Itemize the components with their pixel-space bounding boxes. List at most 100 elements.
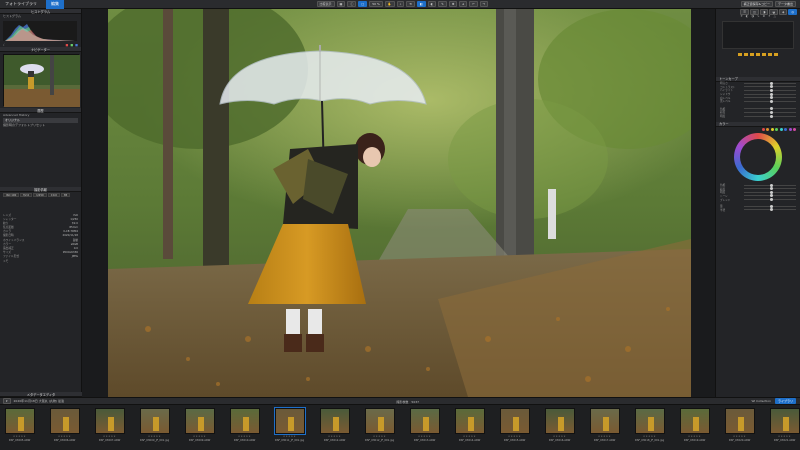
slider-track[interactable] (744, 198, 796, 202)
filmstrip-thumbnail[interactable] (94, 408, 125, 434)
filmstrip-item[interactable]: ★★★★★ DSF_03014.ARW (450, 408, 489, 450)
undo-icon[interactable]: ↶ (469, 1, 478, 7)
blue-dot-icon[interactable] (784, 127, 787, 131)
mask-icon[interactable]: ◐ (427, 1, 437, 7)
tab-edit[interactable]: 編集 (46, 0, 64, 9)
mm-button[interactable]: 85 (60, 193, 71, 198)
slider-track[interactable] (744, 88, 796, 92)
slider-track[interactable] (744, 85, 796, 89)
rating-stars[interactable]: ★★★★★ (13, 435, 26, 438)
filmstrip-item[interactable]: ★★★★★ DSF_03018_JF_001.jpg (630, 408, 669, 450)
filmstrip-thumbnail[interactable] (273, 407, 306, 435)
purple-dot-icon[interactable] (788, 127, 792, 131)
fit-icon[interactable]: □ (358, 1, 368, 7)
slider-knob[interactable] (770, 190, 773, 194)
slider-track[interactable] (744, 92, 796, 96)
collection-filter[interactable]: Wi Collection (751, 399, 771, 403)
detail-icon[interactable]: ◈ (779, 9, 788, 16)
slider-knob[interactable] (770, 208, 773, 212)
slider-track[interactable] (744, 190, 796, 194)
swatch-amber4[interactable] (756, 52, 760, 56)
swatch-amber[interactable] (738, 52, 742, 56)
rating-stars[interactable]: ★★★★★ (598, 435, 611, 438)
filmstrip-item[interactable]: ★★★★★ DSF_03012_JF_001.jpg (360, 408, 399, 450)
slider-track[interactable] (744, 96, 796, 100)
rating-stars[interactable]: ★★★★★ (148, 435, 161, 438)
hsl-icon[interactable]: ✲ (763, 14, 766, 18)
zoom-field[interactable]: 50 % (369, 1, 383, 7)
filmstrip-thumbnail[interactable] (139, 408, 170, 434)
rating-stars[interactable]: ★★★★★ (328, 435, 341, 438)
rating-stars[interactable]: ★★★★★ (103, 435, 116, 438)
blue-channel-icon[interactable]: ■ (75, 43, 78, 47)
filmstrip-thumbnail[interactable] (769, 408, 800, 434)
filmstrip-item[interactable]: ★★★★★ DSF_03013.ARW (405, 408, 444, 450)
swatch-amber2[interactable] (744, 52, 748, 56)
slider-track[interactable] (744, 194, 796, 198)
rating-stars[interactable]: ★★★★★ (733, 435, 746, 438)
swatch-amber3[interactable] (750, 52, 754, 56)
hand-icon[interactable]: ✋ (384, 1, 395, 7)
filmstrip-thumbnail[interactable] (634, 408, 665, 434)
filmstrip-item[interactable]: ★★★★★ DSF_03006.ARW (45, 408, 84, 450)
filmstrip-item[interactable]: ★★★★★ DSF_03007.ARW (90, 408, 129, 450)
rating-stars[interactable]: ★★★★★ (373, 435, 386, 438)
iso-button[interactable]: ISO 100 (3, 193, 20, 198)
filmstrip-item[interactable]: ★★★★★ DSF_03021.ARW (765, 408, 800, 450)
export-button[interactable]: データ書出 (775, 1, 797, 7)
filmstrip-toggle-icon[interactable]: ▾ (3, 398, 11, 404)
slider-track[interactable] (744, 204, 796, 208)
slider-knob[interactable] (770, 99, 773, 103)
ss-button[interactable]: 1/250 (33, 193, 47, 198)
exposure-icon[interactable]: ◐ (746, 14, 749, 18)
slider-track[interactable] (744, 107, 796, 111)
library-button[interactable]: ライブラリ (774, 398, 796, 404)
moon-icon[interactable]: ☾ (3, 43, 6, 47)
slider-knob[interactable] (770, 114, 773, 118)
rating-stars[interactable]: ★★★★★ (418, 435, 431, 438)
filmstrip-thumbnail[interactable] (4, 408, 35, 434)
filmstrip-item[interactable]: ★★★★★ DSF_03017.ARW (585, 408, 624, 450)
ev-button[interactable]: ±0.0 (47, 193, 60, 198)
slider-track[interactable] (744, 183, 796, 187)
rating-stars[interactable]: ★★★★★ (553, 435, 566, 438)
slider-knob[interactable] (770, 204, 773, 208)
rotate-icon[interactable]: ⟲ (406, 1, 415, 7)
filmstrip-thumbnail[interactable] (49, 408, 80, 434)
photo-canvas[interactable] (108, 9, 691, 397)
swatch-amber7[interactable] (774, 52, 778, 56)
rating-stars[interactable]: ★★★★★ (688, 435, 701, 438)
red-dot-icon[interactable] (761, 127, 765, 131)
filmstrip-thumbnail[interactable] (409, 408, 440, 434)
rating-stars[interactable]: ★★★★★ (508, 435, 521, 438)
filmstrip-thumbnail[interactable] (229, 408, 260, 434)
rating-stars[interactable]: ★★★★★ (193, 435, 206, 438)
curve-preview[interactable] (722, 21, 794, 49)
slider-track[interactable] (744, 114, 796, 118)
filmstrip-item[interactable]: ★★★★★ DSF_03005.ARW (0, 408, 39, 450)
red-channel-icon[interactable]: ■ (65, 43, 68, 47)
magenta-dot-icon[interactable] (793, 127, 796, 131)
yellow-dot-icon[interactable] (770, 127, 774, 131)
lens-icon[interactable]: ◎ (788, 9, 797, 16)
filmstrip-thumbnail[interactable] (589, 408, 620, 434)
slider-knob[interactable] (770, 198, 773, 202)
slider-track[interactable] (744, 99, 796, 103)
filmstrip-thumbnail[interactable] (319, 408, 350, 434)
color-wheel[interactable] (734, 133, 782, 182)
filmstrip-item[interactable]: ★★★★★ DSF_03015.ARW (495, 408, 534, 450)
swatch-amber5[interactable] (762, 52, 766, 56)
rating-stars[interactable]: ★★★★★ (463, 435, 476, 438)
rating-stars[interactable]: ★★★★★ (58, 435, 71, 438)
navigator-header[interactable]: ナビゲーター (0, 47, 81, 52)
heal-icon[interactable]: ✚ (448, 1, 458, 7)
filmstrip-item[interactable]: ★★★★★ DSF_03019.ARW (675, 408, 714, 450)
slider-track[interactable] (744, 208, 796, 212)
redo-icon[interactable]: ↷ (479, 1, 489, 7)
slider-row[interactable]: 半径 (716, 208, 800, 212)
slider-knob[interactable] (770, 81, 773, 85)
filmstrip-thumbnail[interactable] (724, 408, 755, 434)
filmstrip-item[interactable]: ★★★★★ DSF_03010.ARW (225, 408, 264, 450)
swatch-amber6[interactable] (768, 52, 772, 56)
filmstrip-thumbnail[interactable] (454, 408, 485, 434)
